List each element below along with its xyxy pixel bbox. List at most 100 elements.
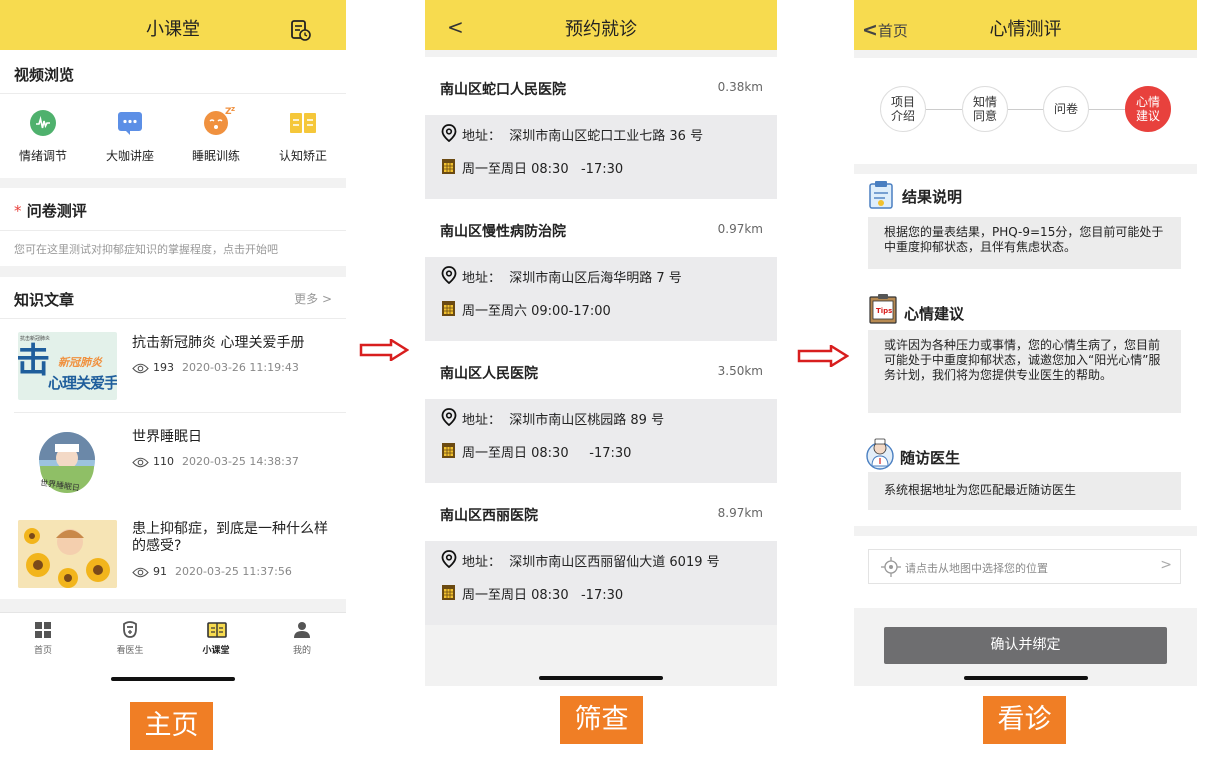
articles-title: 知识文章	[14, 291, 75, 309]
hospital-details: 地址： 深圳市南山区蛇口工业七路 36 号 周一至周日 08:30 -17:30	[425, 115, 777, 199]
survey-description: 您可在这里测试对抑郁症知识的掌握程度，点击开始吧	[14, 243, 278, 256]
hospital-header[interactable]: 南山区西丽医院 8.97km	[425, 483, 777, 541]
article-item[interactable]: 患上抑郁症，到底是一种什么样的感受? 91 2020-03-25 11:37:56	[0, 507, 346, 599]
thumbnail-big-char: 击	[18, 341, 50, 381]
eye-icon	[132, 457, 149, 467]
header-bar: 小课堂	[0, 0, 346, 50]
feature-lecture[interactable]: 大咖讲座	[90, 110, 170, 164]
advice-title: 心情建议	[904, 305, 965, 323]
appointment-screen: < 预约就诊 南山区蛇口人民医院 0.38km 地址： 深圳市南山区蛇口工业七路…	[425, 0, 777, 686]
calendar-icon	[442, 585, 455, 600]
caption-consultation: 看诊	[983, 696, 1066, 744]
hospital-header[interactable]: 南山区人民医院 3.50km	[425, 341, 777, 399]
tab-label: 首页	[33, 646, 52, 656]
article-thumbnail	[18, 520, 117, 588]
hospital-address: 地址： 深圳市南山区桃园路 89 号	[462, 413, 665, 428]
home-indicator	[964, 676, 1088, 680]
hospital-address: 地址： 深圳市南山区西丽留仙大道 6019 号	[462, 555, 720, 570]
thumbnail-title: 心理关爱手	[48, 374, 117, 392]
article-title: 世界睡眠日	[132, 429, 202, 445]
flow-arrow-icon	[359, 339, 409, 361]
doctor-title: 随访医生	[900, 449, 961, 467]
hospital-address: 地址： 深圳市南山区后海华明路 7 号	[462, 271, 682, 286]
tips-icon-text: Tips	[876, 307, 892, 315]
location-pin-icon	[441, 266, 457, 284]
caption-home: 主页	[130, 702, 213, 750]
crosshair-icon	[881, 557, 901, 577]
article-thumbnail: 世界睡眠日	[18, 426, 117, 494]
tab-mine[interactable]: 我的	[272, 621, 332, 656]
step-connector	[926, 109, 962, 110]
book-icon	[207, 621, 227, 639]
tab-classroom[interactable]: 小课堂	[186, 621, 246, 656]
step-label: 知情	[972, 95, 997, 109]
step-intro[interactable]: 项目 介绍	[880, 86, 926, 132]
doctor-text: 系统根据地址为您匹配最近随访医生	[868, 472, 1181, 510]
tips-board-icon: Tips	[869, 294, 897, 324]
svg-text:z: z	[231, 106, 235, 113]
step-questionnaire[interactable]: 问卷	[1043, 86, 1089, 132]
location-placeholder: 请点击从地图中选择您的位置	[905, 562, 1048, 575]
book-icon	[290, 110, 316, 136]
location-pin-icon	[441, 550, 457, 568]
history-icon[interactable]	[290, 20, 312, 42]
required-mark: *	[14, 202, 22, 220]
step-label: 同意	[972, 109, 997, 123]
home-indicator	[539, 676, 663, 680]
person-icon	[293, 621, 311, 639]
article-meta: 193 2020-03-26 11:19:43	[132, 361, 299, 374]
hospital-header[interactable]: 南山区蛇口人民医院 0.38km	[425, 57, 777, 115]
hospital-distance: 3.50km	[717, 364, 763, 378]
eye-icon	[132, 363, 149, 373]
more-link[interactable]: 更多 >	[294, 290, 332, 307]
page-title: 心情测评	[989, 19, 1062, 40]
article-date: 2020-03-25 14:38:37	[182, 455, 299, 468]
sleep-face-icon: Zz	[203, 106, 235, 136]
header-bar: <首页 心情测评	[854, 0, 1197, 50]
page-title: 预约就诊	[565, 19, 637, 40]
article-item[interactable]: 抗击新冠肺炎 击 新冠肺炎 心理关爱手 抗击新冠肺炎 心理关爱手册 193 202…	[0, 319, 346, 414]
step-label: 建议	[1135, 109, 1160, 123]
advice-text: 或许因为各种压力或事情，您的心情生病了，您目前可能处于中重度抑郁状态，诚邀您加入…	[868, 330, 1181, 413]
clipboard-icon	[869, 181, 893, 209]
doctor-icon	[121, 621, 139, 639]
hospital-details: 地址： 深圳市南山区桃园路 89 号 周一至周日 08:30 -17:30	[425, 399, 777, 483]
article-item[interactable]: 世界睡眠日 世界睡眠日 110 2020-03-25 14:38:37	[0, 413, 346, 508]
more-label: 更多	[294, 292, 319, 306]
step-advice[interactable]: 心情 建议	[1125, 86, 1171, 132]
tab-doctor[interactable]: 看医生	[100, 621, 160, 656]
location-picker[interactable]: 请点击从地图中选择您的位置 >	[868, 549, 1181, 584]
article-meta: 110 2020-03-25 14:38:37	[132, 455, 299, 468]
survey-section[interactable]: * 问卷测评 您可在这里测试对抑郁症知识的掌握程度，点击开始吧	[0, 188, 346, 266]
mood-assessment-screen: <首页 心情测评 项目 介绍 知情 同意 问卷 心情 建议 结果说明 根据您的量表结果…	[854, 0, 1197, 686]
article-date: 2020-03-25 11:37:56	[175, 565, 292, 578]
sunflower-illustration	[18, 520, 117, 588]
home-indicator	[111, 677, 235, 681]
opening-hours: 周一至周日 08:30 -17:30	[462, 588, 624, 603]
feature-sleep[interactable]: Zz 睡眠训练	[176, 106, 256, 164]
divider	[0, 93, 346, 94]
article-meta: 91 2020-03-25 11:37:56	[132, 565, 292, 578]
caption-screening: 筛查	[560, 696, 643, 744]
step-consent[interactable]: 知情 同意	[962, 86, 1008, 132]
hospital-distance: 0.97km	[717, 222, 763, 236]
step-label: 心情	[1135, 95, 1160, 109]
feature-emotion[interactable]: 情绪调节	[3, 110, 83, 164]
confirm-bind-button[interactable]: 确认并绑定	[884, 627, 1167, 664]
bottom-tab-bar: 首页 看医生 小课堂 我的	[0, 612, 346, 686]
chat-icon	[117, 110, 143, 136]
feature-cognition[interactable]: 认知矫正	[263, 110, 343, 164]
hospital-header[interactable]: 南山区慢性病防治院 0.97km	[425, 199, 777, 257]
view-count: 110	[153, 455, 174, 468]
tab-label: 小课堂	[202, 646, 230, 656]
hospital-address: 地址： 深圳市南山区蛇口工业七路 36 号	[462, 129, 704, 144]
video-section-title: 视频浏览	[14, 66, 75, 84]
opening-hours: 周一至周日 08:30 -17:30	[462, 446, 632, 461]
survey-title-text: 问卷测评	[26, 202, 87, 220]
hospital-name: 南山区蛇口人民医院	[440, 82, 566, 98]
hours-row: 周一至周日 08:30 -17:30	[441, 584, 623, 644]
tab-home[interactable]: 首页	[13, 621, 73, 656]
chevron-right-icon: >	[1160, 557, 1172, 573]
feature-label: 大咖讲座	[105, 149, 154, 163]
view-count: 91	[153, 565, 167, 578]
